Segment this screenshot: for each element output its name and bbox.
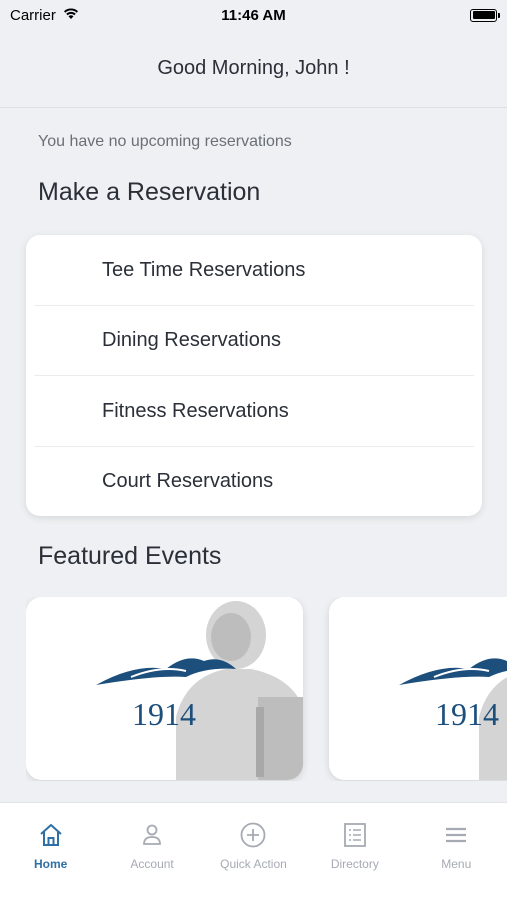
court-reservations-item[interactable]: Court Reservations xyxy=(26,447,482,516)
tab-bar: Home Account Quick Action Directory Menu xyxy=(0,802,507,900)
make-reservation-title: Make a Reservation xyxy=(38,178,261,206)
tab-account-label: Account xyxy=(130,857,174,871)
carrier-label: Carrier xyxy=(10,6,56,24)
wifi-icon xyxy=(62,6,80,24)
plus-circle-icon xyxy=(241,822,266,848)
header: Good Morning, John ! xyxy=(0,30,507,108)
list-doc-icon xyxy=(343,823,366,847)
fitness-reservations-item[interactable]: Fitness Reservations xyxy=(26,376,482,447)
battery-icon xyxy=(470,8,500,22)
dining-reservations-item[interactable]: Dining Reservations xyxy=(26,306,482,377)
tab-account[interactable]: Account xyxy=(102,821,203,900)
event-card[interactable]: 1914 xyxy=(26,597,303,780)
tab-directory[interactable]: Directory xyxy=(304,821,405,900)
club-logo-year: 1914 xyxy=(435,696,499,732)
tab-quick-action-label: Quick Action xyxy=(220,857,287,871)
tab-home[interactable]: Home xyxy=(0,821,101,900)
tab-directory-label: Directory xyxy=(330,857,379,871)
person-icon xyxy=(143,824,161,845)
greeting-title: Good Morning, John ! xyxy=(157,57,350,79)
hamburger-icon xyxy=(446,827,467,843)
home-icon xyxy=(40,824,62,846)
status-left: Carrier xyxy=(10,6,80,24)
tab-menu-label: Menu xyxy=(441,857,472,871)
event-card[interactable]: 1914 xyxy=(329,597,507,780)
featured-events-title: Featured Events xyxy=(38,542,222,570)
tab-menu[interactable]: Menu xyxy=(406,821,507,900)
tab-quick-action[interactable]: Quick Action xyxy=(203,821,304,900)
reservation-list: Tee Time Reservations Dining Reservation… xyxy=(26,235,482,516)
status-bar: Carrier 11:46 AM xyxy=(0,0,507,30)
event-image: 1914 xyxy=(329,597,507,780)
featured-events-carousel[interactable]: 1914 1914 xyxy=(26,597,507,781)
club-logo-year: 1914 xyxy=(132,696,196,732)
tee-time-reservations-item[interactable]: Tee Time Reservations xyxy=(26,235,482,306)
event-image: 1914 xyxy=(26,597,303,780)
no-reservations-message: You have no upcoming reservations xyxy=(38,133,292,150)
tab-home-label: Home xyxy=(34,857,68,871)
